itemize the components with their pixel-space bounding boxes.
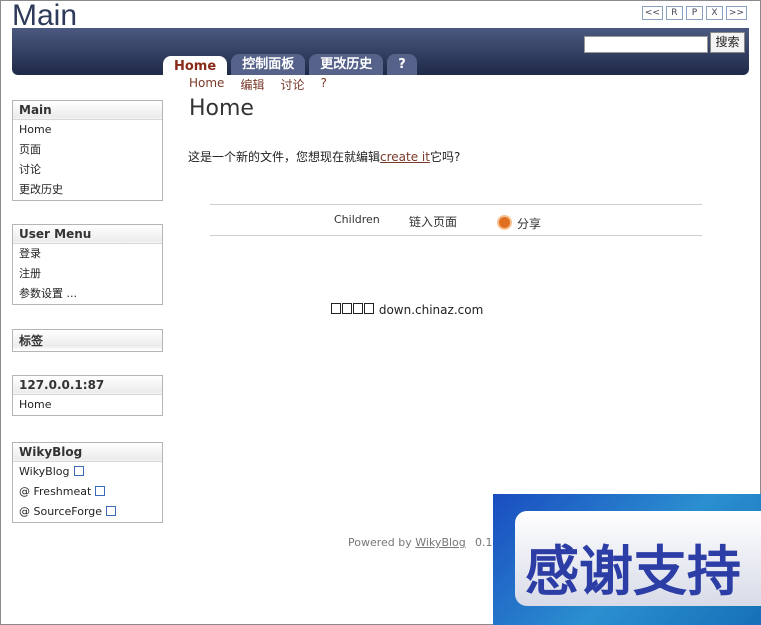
box-title: WikyBlog (13, 443, 162, 462)
sidebar-item-home[interactable]: Home (13, 120, 162, 140)
banner-text: 感谢支持 (525, 540, 741, 603)
sidebar-box-tags: 标签 (12, 329, 163, 352)
link-page-link[interactable]: 链入页面 (409, 213, 457, 230)
subnav-home[interactable]: Home (189, 76, 224, 93)
children-link[interactable]: Children (334, 213, 380, 226)
window-controls: << R P X >> (641, 6, 747, 20)
sidebar-box-main: Main Home 页面 讨论 更改历史 (12, 100, 163, 201)
placeholder-glyph-icon (331, 303, 341, 314)
subnav-help[interactable]: ? (320, 76, 326, 93)
search-input[interactable] (584, 36, 708, 53)
banner-panel: 感谢支持 (515, 511, 761, 606)
box-title: Main (13, 101, 162, 120)
sub-navigation: Home 编辑 讨论 ? (189, 76, 327, 93)
sidebar-item-host-home[interactable]: Home (13, 395, 162, 415)
message-text-end: 它吗? (429, 150, 461, 164)
print-button[interactable]: P (685, 6, 703, 20)
sidebar-item-login[interactable]: 登录 (13, 244, 162, 264)
main-tabs: Home 控制面板 更改历史 ? (163, 54, 417, 77)
sidebar-item-preferences[interactable]: 参数设置 ... (13, 284, 162, 304)
sidebar-item-wikyblog[interactable]: WikyBlog (13, 462, 162, 482)
page-message: 这是一个新的文件，您想现在就编辑create it它吗? (188, 148, 460, 165)
search-button[interactable]: 搜索 (710, 32, 745, 53)
page-title: Home (189, 96, 254, 121)
box-title: User Menu (13, 225, 162, 244)
sidebar-box-host: 127.0.0.1:87 Home (12, 375, 163, 416)
first-button[interactable]: << (641, 6, 663, 20)
link-label[interactable]: WikyBlog (19, 465, 70, 478)
sidebar-item-register[interactable]: 注册 (13, 264, 162, 284)
subnav-edit[interactable]: 编辑 (240, 76, 264, 93)
box-title: 127.0.0.1:87 (13, 376, 162, 395)
share-label: 分享 (517, 217, 542, 231)
sidebar-item-sourceforge[interactable]: @ SourceForge (13, 502, 162, 522)
create-link[interactable]: create it (380, 150, 430, 164)
ad-domain: down.chinaz.com (378, 303, 484, 317)
powered-by-text: Powered by (348, 536, 412, 549)
share-icon (497, 215, 512, 230)
share-button[interactable]: 分享 (497, 213, 541, 232)
subnav-discuss[interactable]: 讨论 (280, 76, 304, 93)
link-label[interactable]: @ Freshmeat (19, 485, 91, 498)
placeholder-glyph-icon (353, 303, 363, 314)
footer: Powered by WikyBlog (348, 536, 466, 549)
message-text: 这是一个新的文件，您想现在就编辑 (188, 150, 381, 164)
tab-help[interactable]: ? (387, 54, 417, 75)
tab-history[interactable]: 更改历史 (309, 54, 384, 75)
box-title: 标签 (19, 334, 44, 348)
last-button[interactable]: >> (725, 6, 747, 20)
close-button[interactable]: X (705, 6, 723, 20)
sidebar-item-discuss[interactable]: 讨论 (13, 160, 162, 180)
ad-text: down.chinaz.com (331, 303, 483, 317)
external-link-icon (106, 506, 117, 516)
page-actions: Children 链入页面 分享 (210, 204, 702, 236)
restore-button[interactable]: R (665, 6, 683, 20)
footer-wikyblog-link[interactable]: WikyBlog (415, 536, 466, 549)
external-link-icon (73, 466, 84, 476)
site-title[interactable]: Main (12, 0, 77, 36)
sidebar-item-freshmeat[interactable]: @ Freshmeat (13, 482, 162, 502)
tab-control-panel[interactable]: 控制面板 (231, 54, 306, 75)
external-link-icon (95, 486, 106, 496)
sidebar-item-pages[interactable]: 页面 (13, 140, 162, 160)
link-label[interactable]: @ SourceForge (19, 505, 102, 518)
banner[interactable]: 感谢支持 (493, 494, 761, 625)
sidebar-item-history[interactable]: 更改历史 (13, 180, 162, 200)
placeholder-glyph-icon (342, 303, 352, 314)
sidebar-box-wikyblog: WikyBlog WikyBlog @ Freshmeat @ SourceFo… (12, 442, 163, 523)
tab-home[interactable]: Home (163, 56, 228, 77)
placeholder-glyph-icon (364, 303, 374, 314)
sidebar-box-user-menu: User Menu 登录 注册 参数设置 ... (12, 224, 163, 305)
